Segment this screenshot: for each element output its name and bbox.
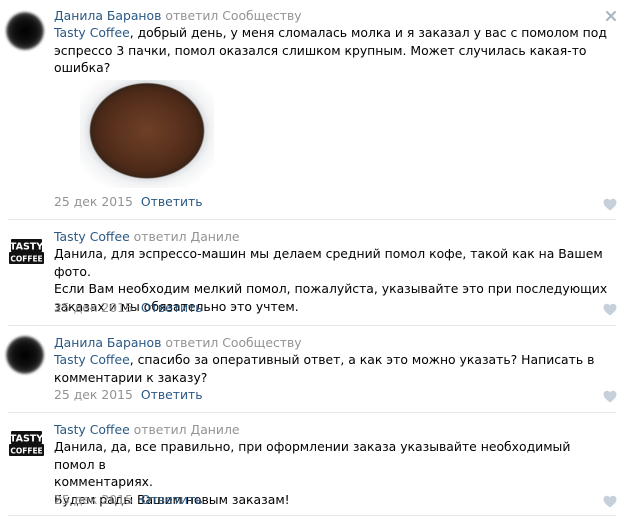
avatar[interactable]: TASTY COFFEE: [6, 424, 46, 464]
reply-to-label[interactable]: ответил Сообществу: [165, 8, 301, 23]
comment-text: Tasty Coffee, спасибо за оперативный отв…: [54, 352, 595, 385]
divider: [8, 515, 616, 516]
svg-text:COFFEE: COFFEE: [10, 255, 42, 264]
avatar[interactable]: TASTY COFFEE: [6, 232, 46, 272]
comment-date[interactable]: 25 дек 2015: [54, 387, 133, 402]
svg-text:TASTY: TASTY: [10, 242, 43, 253]
reply-button[interactable]: Ответить: [141, 194, 203, 209]
reply-to-label[interactable]: ответил Даниле: [134, 229, 240, 244]
tasty-coffee-logo: TASTY COFFEE: [9, 431, 44, 456]
heart-icon[interactable]: [603, 303, 617, 316]
reply-button[interactable]: Ответить: [141, 387, 203, 402]
tasty-coffee-logo: TASTY COFFEE: [9, 239, 44, 264]
comment-date[interactable]: 25 дек 2015: [54, 492, 133, 507]
comment-author[interactable]: Данила Баранов: [54, 8, 161, 23]
mention-link[interactable]: Tasty Coffee: [54, 352, 130, 367]
comment-author[interactable]: Данила Баранов: [54, 335, 161, 350]
mention-link[interactable]: Tasty Coffee: [54, 25, 130, 40]
reply-button[interactable]: Ответить: [141, 492, 203, 507]
avatar[interactable]: [6, 12, 46, 52]
svg-text:TASTY: TASTY: [10, 434, 43, 445]
comment-date[interactable]: 25 дек 2015: [54, 300, 133, 315]
reply-to-label[interactable]: ответил Даниле: [134, 422, 240, 437]
svg-text:COFFEE: COFFEE: [10, 447, 42, 456]
comment-photo[interactable]: [80, 80, 214, 188]
divider: [8, 412, 616, 413]
heart-icon[interactable]: [603, 495, 617, 508]
heart-icon[interactable]: [603, 198, 617, 211]
reply-button[interactable]: Ответить: [141, 300, 203, 315]
comment-author[interactable]: Tasty Coffee: [54, 229, 130, 244]
comment-date[interactable]: 25 дек 2015: [54, 194, 133, 209]
divider: [8, 325, 616, 326]
heart-icon[interactable]: [603, 390, 617, 403]
reply-to-label[interactable]: ответил Сообществу: [165, 335, 301, 350]
comment-text: Tasty Coffee, добрый день, у меня сломал…: [54, 25, 607, 75]
comment-author[interactable]: Tasty Coffee: [54, 422, 130, 437]
avatar[interactable]: [6, 336, 46, 376]
divider: [8, 219, 616, 220]
